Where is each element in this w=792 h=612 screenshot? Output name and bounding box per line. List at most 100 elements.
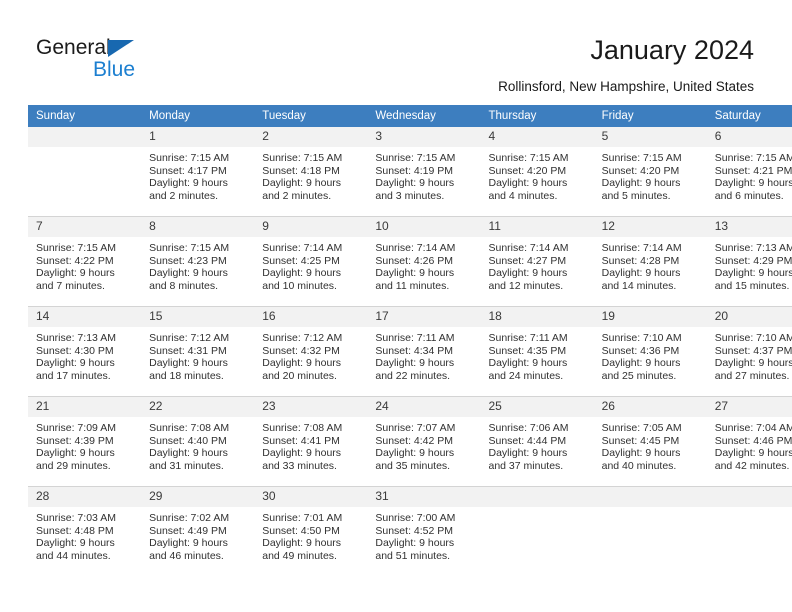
- day-details: Sunrise: 7:10 AM Sunset: 4:36 PM Daylight:…: [594, 327, 707, 382]
- day-details: Sunrise: 7:15 AM Sunset: 4:20 PM Daylight:…: [594, 147, 707, 202]
- daylight-text-cont: and 10 minutes.: [262, 279, 337, 292]
- sunset-text: Sunset: 4:20 PM: [488, 164, 567, 177]
- calendar-day-cell[interactable]: 31 Sunrise: 7:00 AM Sunset: 4:52 PM Dayligh…: [367, 486, 481, 576]
- day-number: 15: [141, 307, 255, 327]
- day-details: Sunrise: 7:13 AM Sunset: 4:30 PM Daylight:…: [28, 327, 141, 382]
- sunset-text: Sunset: 4:23 PM: [149, 254, 227, 267]
- daylight-text: Daylight: 9 hours: [36, 267, 115, 280]
- daylight-text: Daylight: 9 hours: [262, 447, 342, 460]
- sunrise-text: [36, 152, 135, 165]
- calendar-day-cell[interactable]: 14 Sunrise: 7:13 AM Sunset: 4:30 PM Dayligh…: [28, 306, 142, 397]
- sunrise-text: Sunrise: 7:13 AM: [714, 242, 792, 254]
- sunset-text: Sunset: 4:29 PM: [714, 254, 792, 267]
- calendar-day-cell[interactable]: 20 Sunrise: 7:10 AM Sunset: 4:37 PM Dayligh…: [706, 306, 792, 397]
- sunrise-text: Sunrise: 7:15 AM: [714, 152, 792, 164]
- day-details: Sunrise: 7:00 AM Sunset: 4:52 PM Daylight:…: [367, 507, 480, 562]
- calendar-day-cell[interactable]: 24 Sunrise: 7:07 AM Sunset: 4:42 PM Dayligh…: [367, 396, 481, 487]
- day-details: Sunrise: 7:07 AM Sunset: 4:42 PM Daylight:…: [367, 417, 480, 472]
- calendar-cell-empty: [593, 486, 707, 576]
- calendar-day-cell[interactable]: 2 Sunrise: 7:15 AM Sunset: 4:18 PM Daylight…: [254, 127, 368, 217]
- logo-text-general: General: [36, 36, 111, 59]
- daylight-text-cont: and 46 minutes.: [149, 549, 224, 562]
- day-details: Sunrise: 7:14 AM Sunset: 4:26 PM Daylight:…: [367, 237, 480, 292]
- day-details: Sunrise: 7:15 AM Sunset: 4:17 PM Daylight:…: [141, 147, 254, 202]
- calendar-day-cell[interactable]: 16 Sunrise: 7:12 AM Sunset: 4:32 PM Dayligh…: [254, 306, 368, 397]
- day-details: Sunrise: 7:01 AM Sunset: 4:50 PM Daylight:…: [254, 507, 367, 562]
- calendar-day-cell[interactable]: 27 Sunrise: 7:04 AM Sunset: 4:46 PM Dayligh…: [706, 396, 792, 487]
- sunrise-text: Sunrise: 7:15 AM: [375, 152, 456, 164]
- day-details: Sunrise: 7:12 AM Sunset: 4:32 PM Daylight:…: [254, 327, 367, 382]
- day-number: [706, 487, 792, 507]
- day-details: Sunrise: 7:12 AM Sunset: 4:31 PM Daylight:…: [141, 327, 254, 382]
- daylight-text-cont: and 14 minutes.: [601, 279, 677, 292]
- sunset-text: Sunset: 4:41 PM: [262, 434, 340, 447]
- day-number: 23: [254, 397, 368, 417]
- calendar-day-cell[interactable]: 21 Sunrise: 7:09 AM Sunset: 4:39 PM Dayligh…: [28, 396, 142, 487]
- calendar-day-cell[interactable]: 12 Sunrise: 7:14 AM Sunset: 4:28 PM Dayligh…: [593, 216, 707, 307]
- calendar-day-cell[interactable]: 30 Sunrise: 7:01 AM Sunset: 4:50 PM Dayligh…: [254, 486, 368, 576]
- sunrise-text: Sunrise: 7:15 AM: [36, 242, 116, 254]
- calendar-day-cell[interactable]: 17 Sunrise: 7:11 AM Sunset: 4:34 PM Dayligh…: [367, 306, 481, 397]
- sunrise-text: Sunrise: 7:15 AM: [149, 152, 230, 164]
- calendar-day-cell[interactable]: 25 Sunrise: 7:06 AM Sunset: 4:44 PM Dayligh…: [480, 396, 594, 487]
- calendar-day-cell[interactable]: 7 Sunrise: 7:15 AM Sunset: 4:22 PM Daylight…: [28, 216, 142, 307]
- day-details: Sunrise: 7:08 AM Sunset: 4:41 PM Daylight:…: [254, 417, 367, 472]
- sunset-text: Sunset: 4:50 PM: [262, 524, 340, 537]
- calendar-day-cell[interactable]: 9 Sunrise: 7:14 AM Sunset: 4:25 PM Daylight…: [254, 216, 368, 307]
- calendar-day-cell[interactable]: 15 Sunrise: 7:12 AM Sunset: 4:31 PM Dayligh…: [141, 306, 255, 397]
- calendar-day-cell[interactable]: 29 Sunrise: 7:02 AM Sunset: 4:49 PM Dayligh…: [141, 486, 255, 576]
- sunrise-text: Sunrise: 7:11 AM: [488, 332, 568, 344]
- day-details: [28, 147, 141, 202]
- sunset-text: Sunset: 4:39 PM: [36, 434, 114, 447]
- calendar-day-cell[interactable]: 19 Sunrise: 7:10 AM Sunset: 4:36 PM Dayligh…: [593, 306, 707, 397]
- daylight-text-cont: [602, 550, 701, 563]
- calendar-day-cell[interactable]: 4 Sunrise: 7:15 AM Sunset: 4:20 PM Daylight…: [480, 127, 594, 217]
- calendar-day-cell[interactable]: 3 Sunrise: 7:15 AM Sunset: 4:19 PM Daylight…: [367, 127, 481, 217]
- calendar-day-cell[interactable]: 10 Sunrise: 7:14 AM Sunset: 4:26 PM Dayligh…: [367, 216, 481, 307]
- sunset-text: [36, 165, 135, 178]
- daylight-text-cont: and 35 minutes.: [375, 459, 451, 472]
- daylight-text: Daylight: 9 hours: [262, 537, 342, 550]
- weekday-header-sunday: Sunday: [28, 105, 142, 127]
- day-details: Sunrise: 7:06 AM Sunset: 4:44 PM Daylight:…: [481, 417, 594, 472]
- day-number: 25: [480, 397, 594, 417]
- calendar-day-cell[interactable]: 28 Sunrise: 7:03 AM Sunset: 4:48 PM Dayligh…: [28, 486, 142, 576]
- day-details: [707, 507, 792, 562]
- calendar-day-cell[interactable]: 5 Sunrise: 7:15 AM Sunset: 4:20 PM Daylight…: [593, 127, 707, 217]
- calendar-day-cell[interactable]: 13 Sunrise: 7:13 AM Sunset: 4:29 PM Dayligh…: [706, 216, 792, 307]
- day-number: 11: [480, 217, 594, 237]
- sunrise-text: Sunrise: 7:04 AM: [714, 422, 792, 434]
- calendar-day-cell[interactable]: 23 Sunrise: 7:08 AM Sunset: 4:41 PM Dayligh…: [254, 396, 368, 487]
- day-number: 27: [706, 397, 792, 417]
- general-blue-logo[interactable]: General Blue: [36, 36, 166, 84]
- sunset-text: Sunset: 4:19 PM: [375, 164, 454, 177]
- calendar-day-cell[interactable]: 22 Sunrise: 7:08 AM Sunset: 4:40 PM Dayligh…: [141, 396, 255, 487]
- sunset-text: Sunset: 4:36 PM: [601, 344, 680, 357]
- calendar-day-cell[interactable]: 1 Sunrise: 7:15 AM Sunset: 4:17 PM Daylight…: [141, 127, 255, 217]
- calendar-day-cell[interactable]: 11 Sunrise: 7:14 AM Sunset: 4:27 PM Dayligh…: [480, 216, 594, 307]
- sunrise-text: Sunrise: 7:15 AM: [488, 152, 569, 164]
- daylight-text-cont: [715, 550, 792, 563]
- daylight-text-cont: and 24 minutes.: [488, 369, 564, 382]
- sunset-text: Sunset: 4:21 PM: [714, 164, 792, 177]
- daylight-text-cont: and 44 minutes.: [36, 549, 111, 562]
- daylight-text: Daylight: 9 hours: [375, 357, 455, 370]
- sunrise-text: Sunrise: 7:08 AM: [149, 422, 230, 434]
- daylight-text-cont: [36, 190, 135, 203]
- sunrise-text: Sunrise: 7:14 AM: [262, 242, 343, 254]
- day-details: Sunrise: 7:04 AM Sunset: 4:46 PM Daylight:…: [707, 417, 792, 472]
- daylight-text: Daylight: 9 hours: [375, 537, 455, 550]
- calendar-day-cell[interactable]: 6 Sunrise: 7:15 AM Sunset: 4:21 PM Daylight…: [706, 127, 792, 217]
- daylight-text: Daylight: 9 hours: [149, 357, 228, 370]
- calendar-day-cell[interactable]: 26 Sunrise: 7:05 AM Sunset: 4:45 PM Dayligh…: [593, 396, 707, 487]
- sunset-text: Sunset: 4:30 PM: [36, 344, 114, 357]
- sunrise-text: [489, 512, 588, 525]
- sunset-text: Sunset: 4:34 PM: [375, 344, 454, 357]
- calendar-day-cell[interactable]: 18 Sunrise: 7:11 AM Sunset: 4:35 PM Dayligh…: [480, 306, 594, 397]
- weekday-header-wednesday: Wednesday: [367, 105, 481, 127]
- daylight-text-cont: and 12 minutes.: [488, 279, 564, 292]
- day-number: 1: [141, 127, 255, 147]
- calendar-day-cell[interactable]: 8 Sunrise: 7:15 AM Sunset: 4:23 PM Daylight…: [141, 216, 255, 307]
- sunrise-text: Sunrise: 7:15 AM: [262, 152, 343, 164]
- sunset-text: [602, 525, 701, 538]
